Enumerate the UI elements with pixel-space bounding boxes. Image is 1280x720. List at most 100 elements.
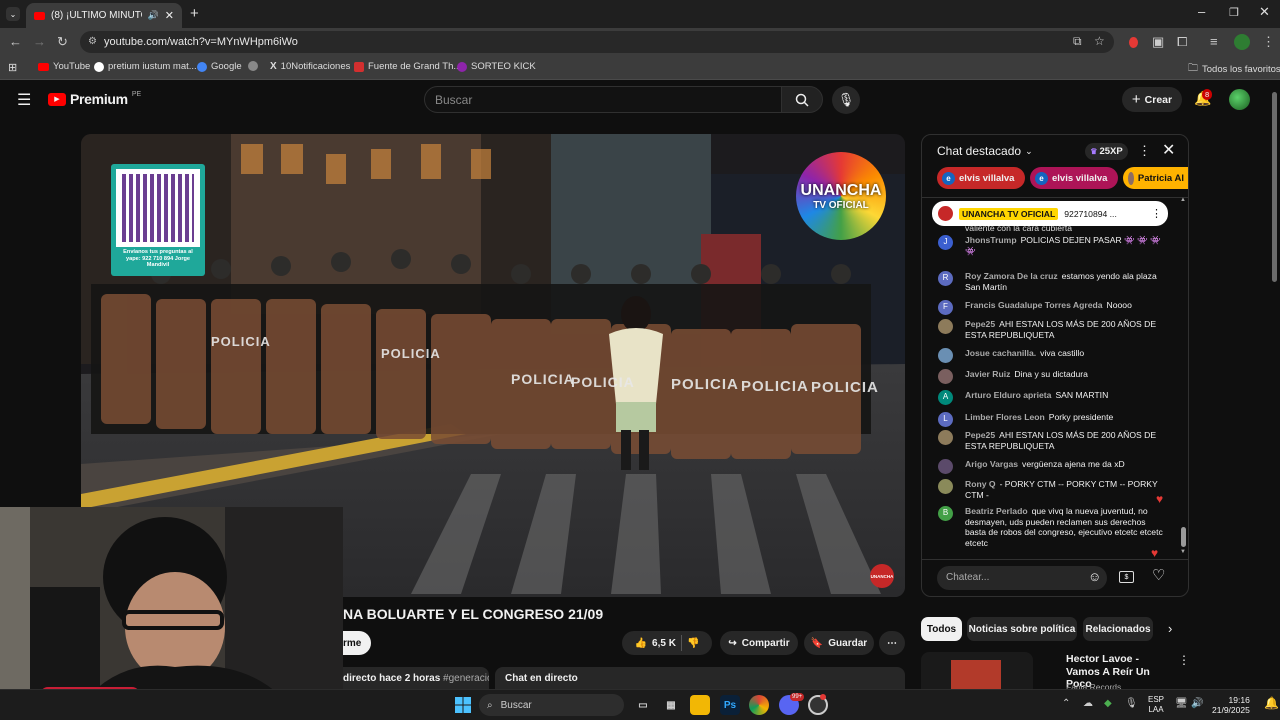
like-heart-icon[interactable]: ♡ [1152,566,1165,584]
minimize-button[interactable]: – [1198,4,1205,19]
pinned-menu-icon[interactable]: ⋮ [1151,207,1162,220]
bookmark-star-icon[interactable]: ☆ [1094,34,1105,48]
chat-donor-chip[interactable]: e elvis villalva [937,167,1025,189]
emoji-icon[interactable]: ☺ [1088,569,1101,584]
chat-mode-dropdown[interactable]: Chat destacado ⌄ [937,144,1033,158]
extension-icon[interactable]: ▣ [1152,34,1164,50]
chat-author[interactable]: Francis Guadalupe Torres Agreda [965,300,1103,310]
save-button[interactable]: 🔖 Guardar [804,631,874,655]
chat-message[interactable]: L Limber Flores Leon Porky presidente [938,412,1166,427]
thumbs-down-icon[interactable]: 👎 [687,638,699,649]
file-explorer-icon[interactable] [690,695,710,715]
related-chip-related[interactable]: Relacionados [1083,617,1153,641]
chat-message[interactable]: F Francis Guadalupe Torres Agreda Noooo [938,300,1166,315]
back-icon[interactable]: ← [9,34,22,49]
xp-badge[interactable]: ♛ 25XP [1085,143,1128,160]
account-avatar[interactable] [1229,89,1250,110]
bookmark-sorteo[interactable]: SORTEO KICK [457,61,536,72]
chat-message[interactable]: A Arturo Elduro aprieta SAN MARTIN [938,390,1166,405]
extensions-puzzle-icon[interactable]: ⧠ [1177,34,1187,50]
avatar[interactable]: J [938,235,953,250]
video-description[interactable]: directo hace 2 horas #generació [343,667,489,689]
avatar[interactable] [938,319,953,334]
chat-message[interactable]: Rony Q- PORKY CTM -- PORKY CTM -- PORKY … [938,479,1166,500]
chat-scrollbar[interactable]: ▲ ▼ [1180,197,1188,559]
tray-chevron-icon[interactable]: ⌃ [1062,698,1070,709]
avatar[interactable]: A [938,390,953,405]
bookmark-globe[interactable] [248,61,258,71]
avatar[interactable]: R [938,271,953,286]
avatar[interactable] [938,369,953,384]
chat-author[interactable]: Roy Zamora De la cruz [965,271,1058,281]
chat-author[interactable]: Arigo Vargas [965,459,1018,469]
youtube-premium-logo[interactable]: ▶ Premium PE [48,91,141,107]
scroll-down-arrow-icon[interactable]: ▼ [1180,549,1186,555]
avatar[interactable]: L [938,412,953,427]
audio-icon[interactable]: 🔊 [148,10,159,21]
taskbar-search[interactable]: ⌕ Buscar [479,694,624,716]
subscribe-button[interactable]: rme [343,631,371,655]
avatar[interactable] [938,348,953,363]
share-button[interactable]: ↪ Compartir [720,631,798,655]
chat-author[interactable]: Josue cachanilla. [965,348,1036,358]
search-button[interactable] [781,86,823,113]
related-chip-todos[interactable]: Todos [921,617,962,641]
language-indicator[interactable]: ESP LAA [1148,695,1164,715]
apps-grid-icon[interactable]: ⊞ [8,61,17,74]
pinned-message[interactable]: UNANCHA TV OFICIAL 922710894 ... ⋮ [932,201,1168,226]
notification-bell-icon[interactable]: 🔔 [1264,696,1279,710]
chat-author[interactable]: Arturo Elduro aprieta [965,390,1051,400]
photoshop-icon[interactable]: Ps [720,695,740,715]
bookmark-youtube[interactable]: YouTube [38,61,90,72]
avatar[interactable] [938,430,953,445]
chevron-right-icon[interactable]: › [1168,621,1172,636]
chat-message[interactable]: Javier Ruiz Dina y su dictadura [938,369,1166,384]
window-close-button[interactable]: ✕ [1259,4,1270,20]
chat-author[interactable]: Pepe25 [965,319,995,329]
bookmark-fuente[interactable]: Fuente de Grand Th... [354,61,461,72]
close-tab-icon[interactable]: ✕ [165,9,174,22]
extension-red-icon[interactable] [1129,37,1138,48]
voice-search-button[interactable]: 🎙 [832,86,860,114]
windows-start-icon[interactable] [453,695,473,715]
chat-message[interactable]: B Beatriz Perlado que vivq la nueva juvent… [938,506,1166,548]
tab-search-button[interactable]: ⌄ [6,7,20,21]
create-button[interactable]: + Crear [1122,87,1182,112]
scrollbar-thumb[interactable] [1181,527,1186,547]
related-menu-icon[interactable]: ⋮ [1178,653,1190,667]
chat-menu-icon[interactable]: ⋮ [1138,143,1151,159]
scroll-up-arrow-icon[interactable]: ▲ [1180,197,1186,203]
volume-icon[interactable]: 🔊 [1191,698,1203,709]
chat-input[interactable]: Chatear... [937,566,1107,590]
related-thumbnail[interactable] [921,652,1033,689]
bookmark-google[interactable]: Google [197,61,242,72]
microphone-icon[interactable]: 🎙 [1125,698,1138,709]
chat-author[interactable]: JhonsTrump [965,235,1017,245]
avatar[interactable]: F [938,300,953,315]
chat-donor-chip[interactable]: e elvis villalva [1030,167,1118,189]
address-bar[interactable]: ⚙ youtube.com/watch?v=MYnWHpm6iWo ⧉ ☆ [80,31,1114,53]
chat-author[interactable]: Limber Flores Leon [965,412,1045,422]
search-input[interactable]: Buscar [424,86,782,113]
chat-message[interactable]: R Roy Zamora De la cruz estamos yendo ala … [938,271,1166,292]
thumbs-up-icon[interactable]: 👍 [635,638,647,649]
chat-author[interactable]: Beatriz Perlado [965,506,1028,516]
task-view-icon[interactable]: ▭ [633,695,653,715]
scrollbar-thumb[interactable] [1272,92,1277,282]
bookmark-pretium[interactable]: pretium iustum mat... [94,61,197,72]
network-icon[interactable]: 🖥 [1175,698,1188,709]
restore-button[interactable]: ❐ [1229,6,1239,19]
super-chat-icon[interactable]: $ [1119,571,1134,583]
like-count[interactable]: 6,5 K [652,638,676,649]
browser-tab-active[interactable]: (8) ¡ÚLTIMO MINUTO! M 🔊 ✕ [26,3,182,28]
chat-replay-header[interactable]: Chat en directo [495,667,905,689]
chat-message[interactable]: Pepe25 AHI ESTAN LOS MÁS DE 200 AÑOS DE E… [938,430,1166,451]
tray-app-icon[interactable]: ◆ [1104,698,1112,709]
avatar[interactable] [938,459,953,474]
more-actions-button[interactable]: ⋯ [879,631,905,655]
avatar[interactable] [938,479,953,494]
media-controls-icon[interactable]: ≡ [1210,34,1218,49]
chat-author[interactable]: Rony Q [965,479,996,489]
chat-message[interactable]: Arigo Vargas vergüenza ajena me da xD [938,459,1166,474]
clock[interactable]: 19:16 21/9/2025 [1212,695,1250,715]
